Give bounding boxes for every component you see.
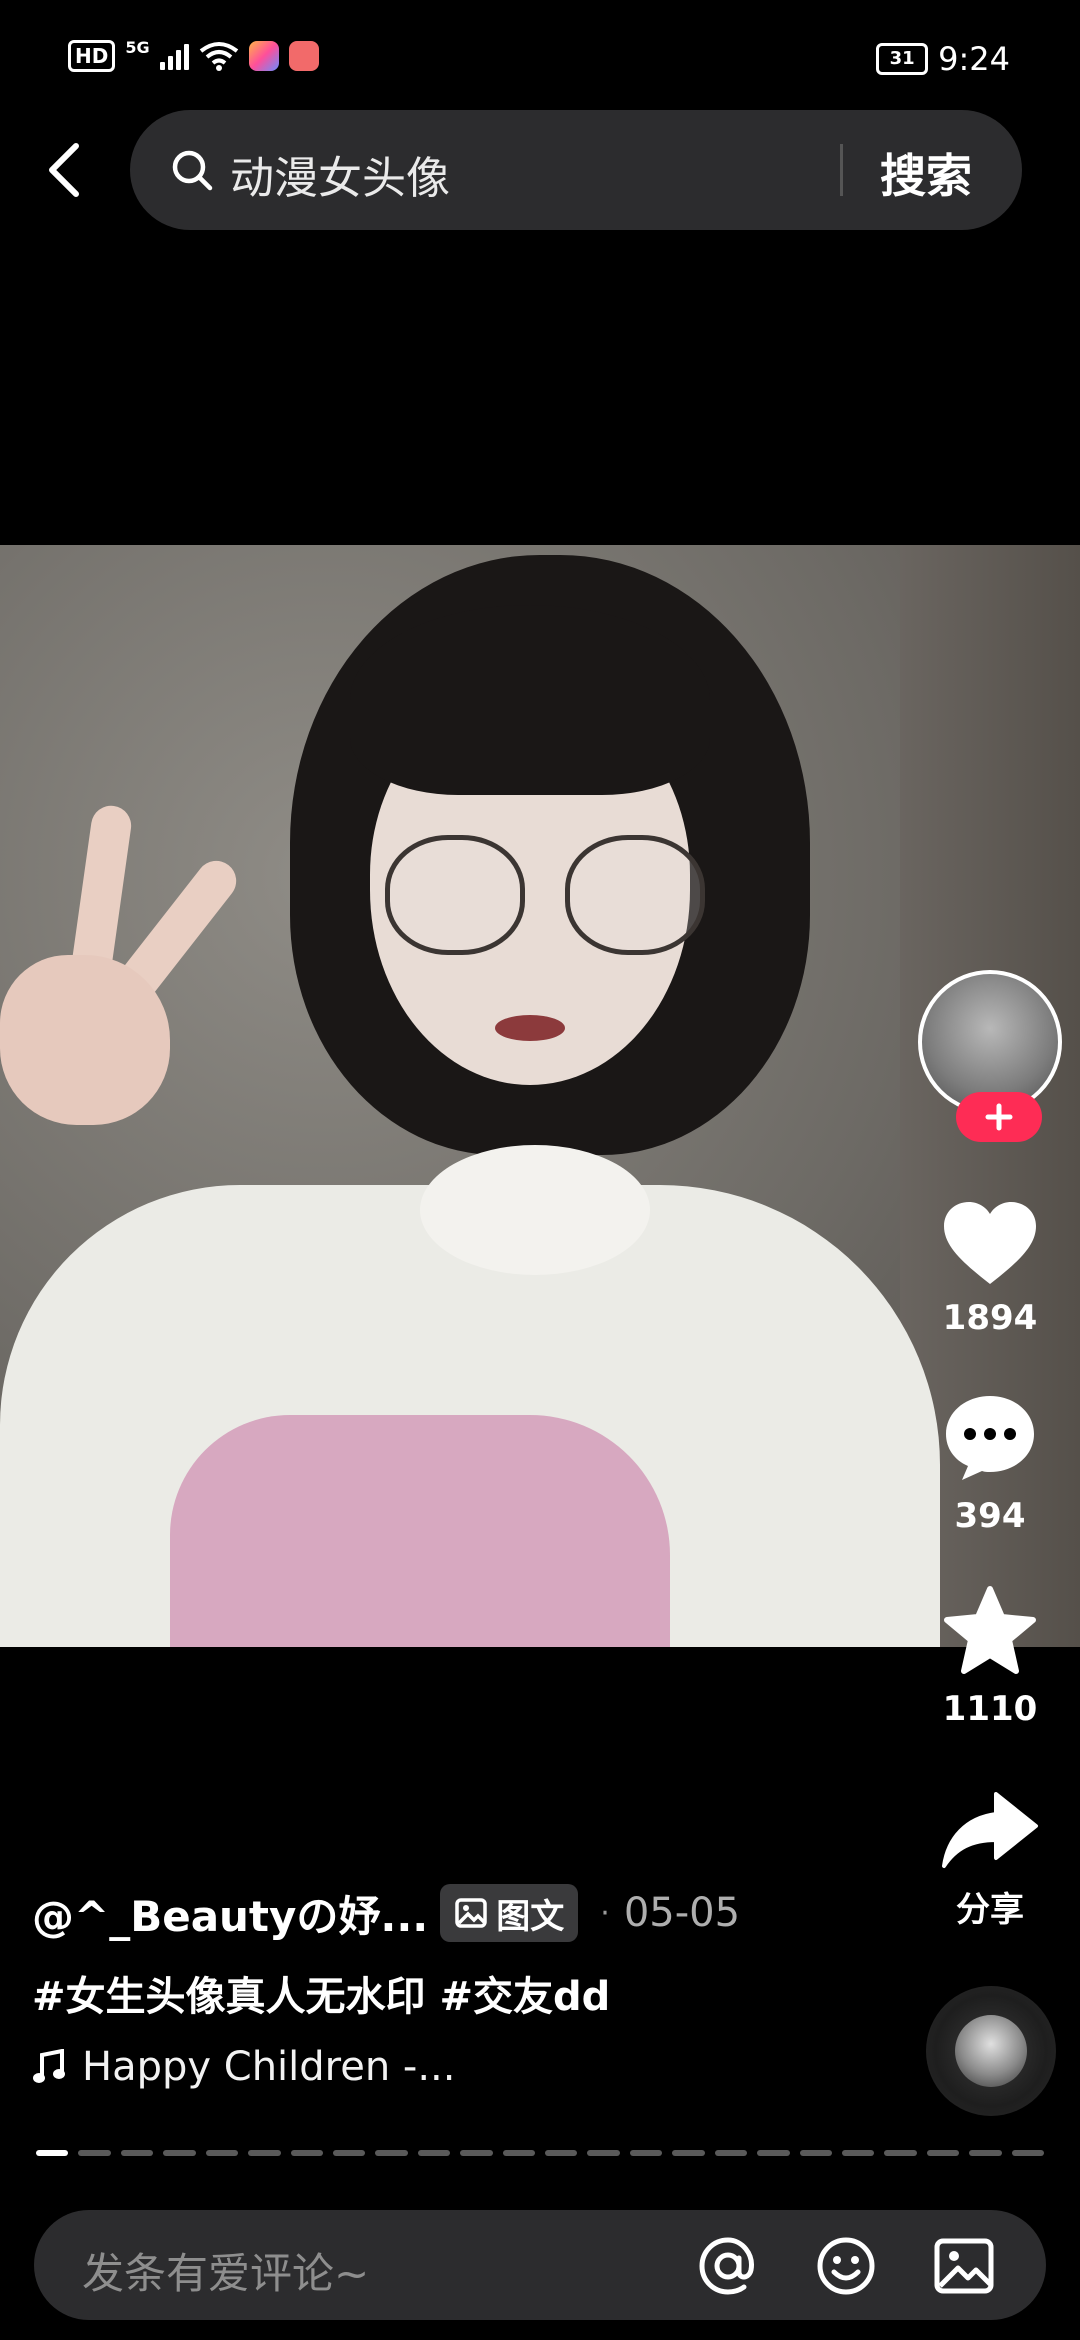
comment-icon [946,1396,1034,1480]
mention-button[interactable] [694,2232,762,2300]
carousel-segment [502,2150,536,2156]
post-info: @^_Beautyの妤... 图文 · 05-05 #女生头像真人无水印 #交友… [32,1880,892,2090]
author-line: @^_Beautyの妤... 图文 · 05-05 [32,1880,892,1946]
notification-app-icon [248,41,279,71]
chevron-left-icon [49,143,79,197]
carousel-segment [417,2150,451,2156]
photo-icon [934,2238,994,2294]
like-button[interactable]: 1894 [910,1200,1070,1338]
music-disc[interactable] [926,1986,1056,2116]
carousel-segment [163,2150,196,2156]
post-type-badge: 图文 [440,1884,579,1942]
clock: 9:24 [938,40,1010,78]
carousel-segment [36,2150,69,2156]
carousel-segment [629,2150,663,2156]
comment-count: 394 [954,1496,1026,1536]
share-label: 分享 [956,1890,1024,1930]
carousel-segment [672,2150,705,2156]
search-header: 动漫女头像 搜索 [0,110,1080,230]
favorite-button[interactable]: 1110 [910,1585,1070,1729]
author-name[interactable]: @^_Beautyの妤... [32,1883,428,1944]
comment-input[interactable]: 发条有爱评论~ [82,2240,369,2301]
network-type: 5G [125,38,150,57]
back-button[interactable] [34,140,94,200]
music-cover [955,2015,1027,2087]
carousel-progress [36,2150,1045,2156]
share-button[interactable]: 分享 [910,1790,1070,1931]
music-title: Happy Children -... [82,2044,456,2090]
carousel-segment [799,2150,833,2156]
status-bar: HD 5G 31 9:24 [0,0,1080,110]
carousel-segment [969,2150,1002,2156]
shopping-app-icon [288,41,319,71]
search-divider [840,144,843,196]
carousel-segment [290,2150,323,2156]
battery-icon: 31 [876,43,929,75]
search-query[interactable]: 动漫女头像 [230,142,450,206]
post-hashtags[interactable]: #女生头像真人无水印 #交友dd [32,1964,892,2022]
comment-button[interactable]: 394 [910,1392,1070,1536]
share-icon [942,1792,1038,1868]
favorite-count: 1110 [942,1689,1038,1729]
carousel-segment [757,2150,790,2156]
carousel-segment [460,2150,493,2156]
like-count: 1894 [942,1298,1038,1338]
carousel-segment [545,2150,578,2156]
carousel-segment [78,2150,111,2156]
carousel-segment [120,2150,154,2156]
search-box[interactable]: 动漫女头像 搜索 [130,110,1022,230]
image-icon [455,1898,488,1928]
carousel-segment [714,2150,748,2156]
post-type-label: 图文 [496,1896,565,1937]
hd-badge: HD [68,40,116,72]
image-picker-button[interactable] [930,2232,998,2300]
emoji-button[interactable] [812,2232,880,2300]
carousel-segment [248,2150,281,2156]
carousel-segment [587,2150,620,2156]
carousel-segment [205,2150,239,2156]
search-icon [172,150,213,191]
at-icon [699,2237,754,2295]
heart-icon [944,1202,1036,1284]
search-button[interactable]: 搜索 [880,140,972,206]
music-info[interactable]: Happy Children -... [32,2044,892,2090]
carousel-segment [926,2150,960,2156]
carousel-segment [884,2150,917,2156]
star-icon [944,1586,1036,1674]
comment-bar: 发条有爱评论~ [34,2210,1046,2320]
carousel-segment [375,2150,408,2156]
post-date: 05-05 [623,1890,741,1936]
wifi-icon [199,42,238,71]
music-note-icon [33,2049,65,2083]
author-avatar[interactable] [918,970,1064,1142]
carousel-segment [1011,2150,1045,2156]
emoji-icon [817,2237,875,2295]
carousel-segment [842,2150,875,2156]
plus-icon [985,1103,1013,1131]
follow-button[interactable] [956,1092,1042,1142]
carousel-segment [332,2150,366,2156]
separator-dot: · [600,1895,610,1931]
signal-icon [159,42,189,70]
